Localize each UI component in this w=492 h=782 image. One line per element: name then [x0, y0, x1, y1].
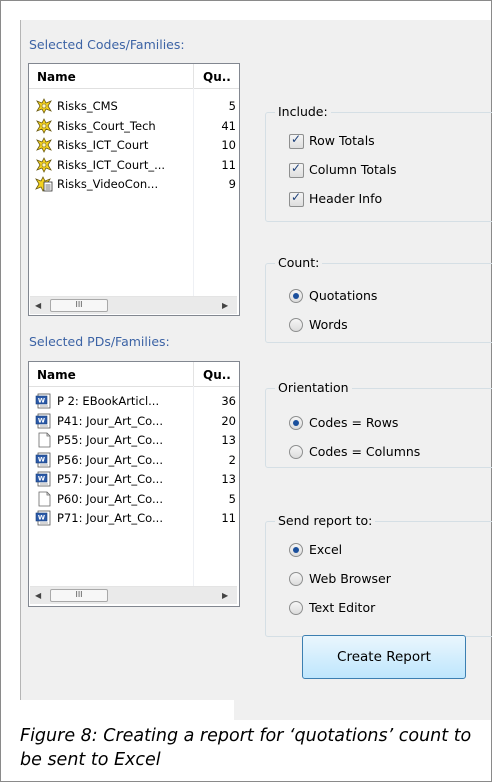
list-item[interactable]: W P56: Jour_Art_Co... 2 [33, 451, 239, 470]
item-quotation-count: 10 [221, 138, 236, 152]
checkbox-checked-icon[interactable] [289, 132, 304, 149]
radio-unselected-icon[interactable] [289, 601, 303, 615]
svg-text:W: W [38, 514, 45, 522]
radio-unselected-icon[interactable] [289, 572, 303, 586]
item-name: P55: Jour_Art_Co... [57, 433, 163, 447]
word-doc-icon: W [35, 452, 53, 468]
scroll-left-icon[interactable]: ◀ [35, 301, 41, 310]
list-item[interactable]: W P 2: EBookArticl... 36 [33, 392, 239, 411]
code-memo-icon [35, 176, 53, 192]
codes-hscrollbar[interactable]: ◀ III ▶ [30, 296, 237, 314]
radio-unselected-icon[interactable] [289, 318, 303, 332]
item-name: Risks_ICT_Court [57, 138, 149, 152]
count-title: Count: [275, 255, 323, 270]
create-report-button[interactable]: Create Report [302, 635, 466, 679]
scroll-right-icon[interactable]: ▶ [222, 591, 228, 600]
item-quotation-count: 13 [221, 433, 236, 447]
item-quotation-count: 11 [221, 511, 236, 525]
send-report-title: Send report to: [275, 513, 376, 528]
pds-section-label: Selected PDs/Families: [29, 334, 170, 349]
item-name: P41: Jour_Art_Co... [57, 413, 163, 428]
list-item[interactable]: P55: Jour_Art_Co... 13 [33, 431, 239, 450]
list-item[interactable]: Risks_ICT_Court_... 11 [33, 156, 239, 175]
list-item[interactable]: W P57: Jour_Art_Co... 13 [33, 470, 239, 489]
scroll-right-icon[interactable]: ▶ [222, 301, 228, 310]
word-doc-icon: W [35, 393, 53, 409]
list-item[interactable]: Risks_CMS 5 [33, 97, 239, 116]
svg-text:W: W [38, 416, 45, 424]
word-doc-icon: W [35, 471, 53, 487]
code-icon [35, 117, 53, 134]
codes-list-header: Name Qu.. [29, 64, 239, 89]
item-name: P60: Jour_Art_Co... [57, 491, 163, 506]
item-quotation-count: 5 [228, 491, 236, 506]
col-name-header[interactable]: Name [37, 368, 76, 382]
radio-selected-icon[interactable] [289, 289, 303, 303]
item-name: Risks_VideoCon... [57, 177, 159, 191]
svg-text:W: W [38, 455, 45, 463]
item-name: Risks_Court_Tech [57, 118, 156, 133]
item-name: Risks_CMS [57, 99, 118, 113]
col-qty-header[interactable]: Qu.. [203, 368, 231, 382]
item-quotation-count: 41 [221, 118, 236, 133]
col-qty-header[interactable]: Qu.. [203, 70, 231, 84]
item-name: P 2: EBookArticl... [57, 394, 160, 408]
code-icon [35, 98, 53, 114]
code-icon [35, 137, 53, 153]
item-quotation-count: 5 [228, 99, 236, 113]
codes-section-label: Selected Codes/Families: [29, 37, 185, 52]
item-quotation-count: 13 [221, 472, 236, 486]
orientation-title: Orientation [275, 380, 352, 395]
list-item[interactable]: Risks_Court_Tech 41 [33, 117, 239, 136]
scroll-thumb[interactable]: III [50, 589, 108, 602]
svg-text:W: W [38, 475, 45, 483]
item-name: P56: Jour_Art_Co... [57, 452, 163, 467]
list-item[interactable]: P60: Jour_Art_Co... 5 [33, 490, 239, 509]
code-icon [35, 156, 53, 173]
list-item[interactable]: Risks_ICT_Court 10 [33, 136, 239, 155]
radio-unselected-icon[interactable] [289, 445, 303, 459]
item-quotation-count: 36 [221, 394, 236, 408]
word-doc-icon: W [35, 510, 53, 526]
blank-doc-icon [35, 432, 53, 448]
word-doc-icon: W [35, 413, 53, 429]
caption-gap [20, 700, 234, 720]
checkbox-checked-icon[interactable] [289, 161, 304, 178]
list-item[interactable]: W P41: Jour_Art_Co... 20 [33, 412, 239, 431]
pds-hscrollbar[interactable]: ◀ III ▶ [30, 586, 237, 604]
item-name: P71: Jour_Art_Co... [57, 511, 163, 525]
item-quotation-count: 11 [221, 157, 236, 172]
list-item[interactable]: W P71: Jour_Art_Co... 11 [33, 509, 239, 528]
list-item[interactable]: Risks_VideoCon... 9 [33, 175, 239, 194]
svg-text:W: W [38, 397, 45, 405]
codes-listbox[interactable]: Name Qu.. Risks_CMS 5 Risks_Court_Tech 41 Ri… [28, 63, 240, 316]
scroll-thumb[interactable]: III [50, 299, 108, 312]
item-quotation-count: 2 [228, 452, 236, 467]
blank-doc-icon [35, 491, 53, 507]
pds-listbox[interactable]: Name Qu.. W P 2: EBookArticl... 36 W P41: Jo… [28, 361, 240, 607]
col-name-header[interactable]: Name [37, 70, 76, 84]
figure-caption: Figure 8: Creating a report for ‘quotati… [20, 726, 472, 770]
item-quotation-count: 9 [228, 177, 236, 191]
radio-selected-icon[interactable] [289, 416, 303, 430]
item-quotation-count: 20 [221, 413, 236, 428]
scroll-left-icon[interactable]: ◀ [35, 591, 41, 600]
include-title: Include: [275, 104, 331, 119]
radio-selected-icon[interactable] [289, 543, 303, 557]
item-name: P57: Jour_Art_Co... [57, 472, 163, 486]
checkbox-checked-icon[interactable] [289, 190, 304, 207]
pds-list-header: Name Qu.. [29, 362, 239, 387]
item-name: Risks_ICT_Court_... [57, 157, 166, 172]
